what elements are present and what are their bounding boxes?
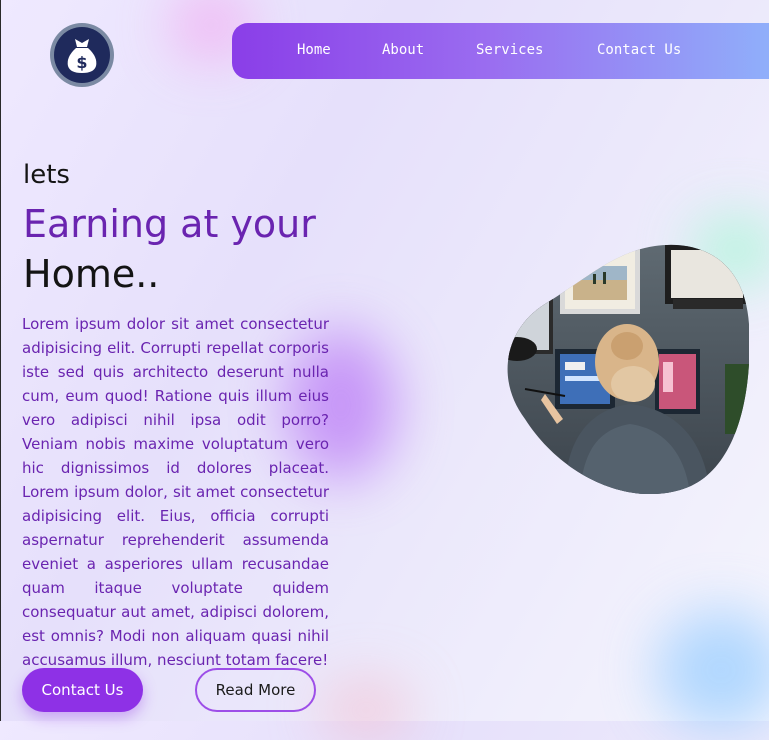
main-navigation: Home About Services Contact Us: [232, 23, 769, 79]
read-more-button[interactable]: Read More: [195, 668, 316, 712]
nav-services-link[interactable]: Services: [476, 42, 543, 58]
money-bag-icon: $: [67, 39, 97, 73]
hero-title-line-1: Earning at your: [23, 202, 316, 246]
contact-us-button[interactable]: Contact Us: [22, 668, 143, 712]
nav-about-link[interactable]: About: [382, 42, 424, 58]
hero-image: [507, 244, 749, 494]
site-logo[interactable]: $: [50, 23, 114, 87]
hero-title-line-2: Home..: [23, 252, 160, 296]
background-blur-sky: [656, 610, 769, 730]
background-blur-peach: [321, 680, 411, 740]
nav-contact-link[interactable]: Contact Us: [597, 42, 681, 58]
nav-home-link[interactable]: Home: [297, 42, 331, 58]
svg-text:$: $: [76, 53, 87, 72]
hero-description: Lorem ipsum dolor sit amet consectetur a…: [22, 315, 329, 669]
logo-badge: $: [54, 27, 110, 83]
hero-pre-title: lets: [23, 160, 70, 190]
